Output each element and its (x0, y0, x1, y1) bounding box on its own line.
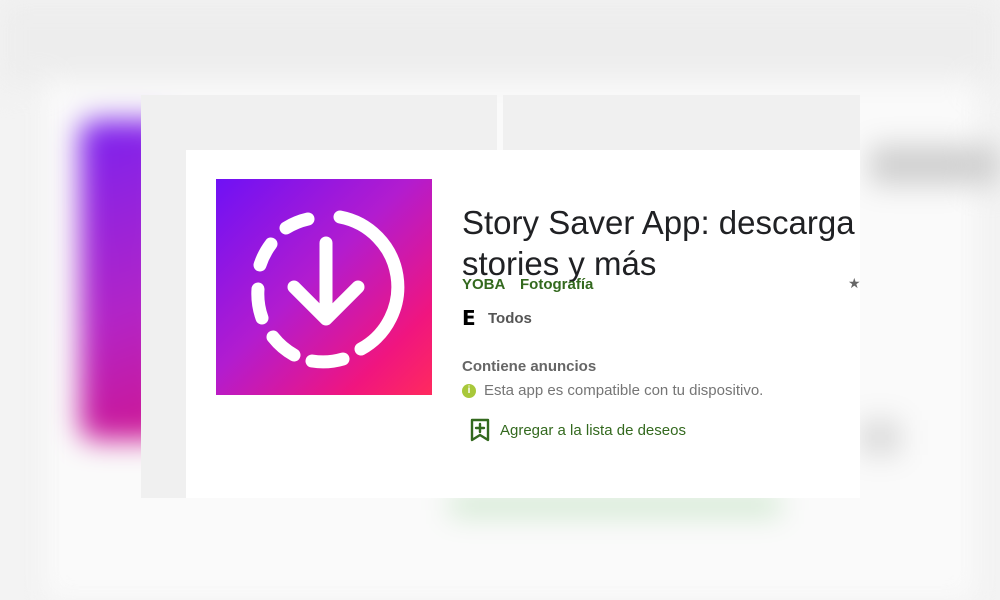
developer-link[interactable]: YOBA (462, 276, 505, 293)
background-bar (870, 145, 1000, 185)
app-title-line-1: Story Saver App: descarga (462, 204, 855, 242)
info-icon: i (462, 383, 476, 398)
ads-notice: Contiene anuncios (462, 358, 597, 375)
add-to-wishlist-button[interactable]: Agregar a la lista de deseos (470, 418, 686, 442)
category-link[interactable]: Fotografía (520, 276, 593, 293)
compatibility-notice: i Esta app es compatible con tu disposit… (462, 382, 763, 399)
app-details-card: Story Saver App: descarga stories y más … (186, 150, 860, 498)
compatibility-text: Esta app es compatible con tu dispositiv… (484, 382, 764, 399)
bookmark-add-icon (470, 418, 490, 442)
content-rating: E Todos (462, 308, 532, 328)
background-install-bar (450, 495, 780, 515)
app-title: Story Saver App: descarga stories y más (462, 202, 860, 284)
wishlist-label: Agregar a la lista de deseos (500, 421, 686, 439)
esrb-e-icon: E (462, 306, 476, 330)
background-block (860, 420, 900, 455)
download-circle-icon (251, 210, 405, 369)
app-icon (216, 179, 432, 395)
content-rating-label: Todos (488, 309, 532, 327)
star-icon: ★ (848, 275, 860, 291)
background-header (0, 0, 1000, 85)
